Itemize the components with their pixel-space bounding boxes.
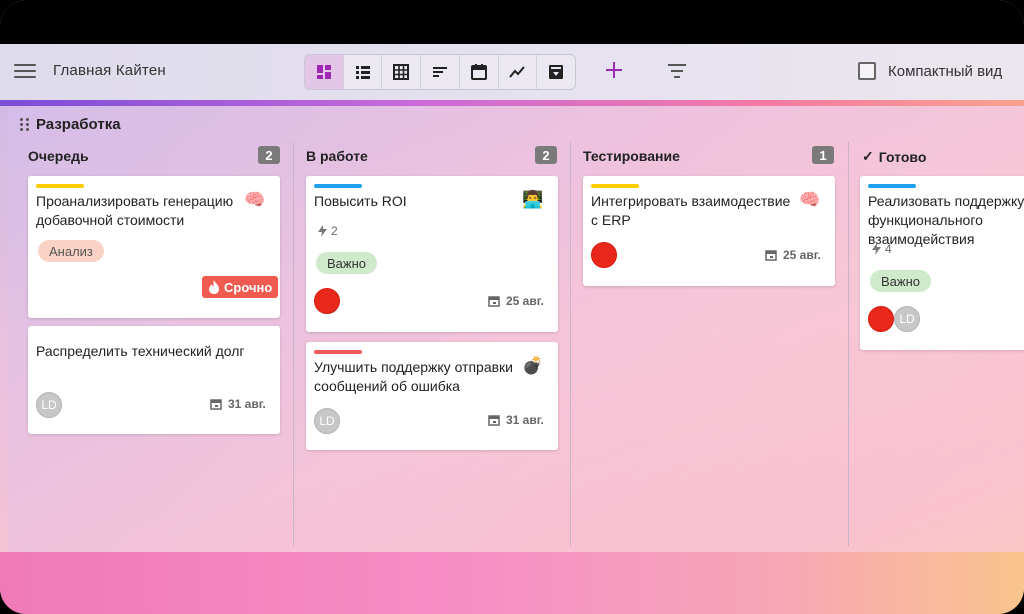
card-title: Проанализировать генерацию добавочной ст…: [36, 193, 234, 228]
card-title: Реализовать поддержку функционального вз…: [868, 193, 1024, 247]
app-window: Главная Кайтен Компактный вид Разработка…: [0, 0, 1024, 614]
column-title-done: ✓ Готово: [862, 148, 926, 165]
add-card-button[interactable]: [602, 58, 626, 82]
avatar[interactable]: [591, 242, 617, 268]
lightning-icon: [318, 225, 327, 237]
calendar-icon: [470, 64, 487, 80]
chart-icon: [509, 66, 526, 78]
card-color-stripe: [868, 184, 916, 188]
calendar-icon: [210, 399, 222, 410]
background-gradient: [0, 552, 1024, 614]
column-divider: [293, 142, 294, 546]
card-title: Распределить технический долг: [36, 343, 245, 359]
card-title: Улучшить поддержку отправки сообщений об…: [314, 359, 514, 394]
avatar[interactable]: LD: [36, 392, 62, 418]
column-title-queue: Очередь: [28, 148, 89, 164]
tag-analysis[interactable]: Анализ: [38, 240, 104, 262]
developer-icon: 👨‍💻: [522, 190, 544, 209]
calendar-icon: [488, 415, 500, 426]
due-date-label: 31 авг.: [228, 397, 266, 411]
due-date: 25 авг.: [488, 294, 544, 308]
story-points: 2: [318, 224, 338, 238]
lane-title: Разработка: [36, 116, 121, 133]
chart-view-button[interactable]: [499, 55, 538, 89]
urgent-label: Срочно: [224, 279, 273, 295]
card[interactable]: Распределить технический долг LD 31 авг.: [28, 326, 280, 434]
column-divider: [848, 142, 849, 546]
kanban-board: Разработка Очередь 2 Проанализировать ге…: [8, 106, 1024, 552]
plus-icon: [606, 62, 622, 78]
due-date: 31 авг.: [488, 413, 544, 427]
column-divider: [570, 142, 571, 546]
list-view-icon: [355, 66, 370, 79]
check-icon: ✓: [862, 148, 874, 164]
lane-header: Разработка: [20, 116, 121, 133]
app-title: Главная Кайтен: [53, 62, 166, 79]
table-view-button[interactable]: [382, 55, 422, 89]
board-view-button[interactable]: [305, 55, 344, 89]
story-points: 4: [872, 242, 892, 256]
calendar-view-button[interactable]: [460, 55, 499, 89]
card-color-stripe: [36, 184, 84, 188]
card[interactable]: Повысить ROI 👨‍💻 2 Важно 25 авг.: [306, 176, 558, 332]
column-count-in-progress: 2: [535, 146, 557, 164]
due-date: 25 авг.: [765, 248, 821, 262]
sort-view-button[interactable]: [421, 55, 460, 89]
compact-view-label: Компактный вид: [888, 62, 1003, 80]
card[interactable]: Улучшить поддержку отправки сообщений об…: [306, 342, 558, 450]
calendar-icon: [488, 296, 500, 307]
story-points-value: 4: [885, 242, 892, 256]
card[interactable]: Проанализировать генерацию добавочной ст…: [28, 176, 280, 318]
card-color-stripe: [314, 350, 362, 354]
app-bar: Главная Кайтен Компактный вид: [0, 44, 1024, 100]
bomb-icon: 💣: [522, 356, 544, 375]
due-date: 31 авг.: [210, 397, 266, 411]
filter-button[interactable]: [665, 60, 689, 82]
card-color-stripe: [314, 184, 362, 188]
column-title-done-label: Готово: [878, 148, 927, 165]
column-count-testing: 1: [812, 146, 834, 164]
avatar[interactable]: [314, 288, 340, 314]
due-date-label: 25 авг.: [783, 248, 821, 262]
board-view-icon: [316, 65, 331, 79]
card-title: Повысить ROI: [314, 193, 407, 209]
tag-important[interactable]: Важно: [870, 270, 932, 292]
card-color-stripe: [591, 184, 639, 188]
table-view-icon: [393, 64, 410, 80]
filter-icon: [668, 64, 686, 78]
avatar[interactable]: LD: [314, 408, 340, 434]
card[interactable]: Интегрировать взаимодествие с ERP 🧠 25 а…: [583, 176, 835, 286]
avatar[interactable]: LD: [894, 306, 920, 332]
top-black-bar: [0, 0, 1024, 44]
compact-view-checkbox[interactable]: [858, 62, 876, 80]
archive-view-button[interactable]: [537, 55, 575, 89]
view-switcher: [304, 54, 576, 90]
card-title: Интегрировать взаимодествие с ERP: [591, 193, 791, 228]
sort-icon: [433, 67, 448, 77]
fire-icon: [209, 280, 219, 294]
story-points-value: 2: [331, 224, 338, 238]
brain-icon: 🧠: [799, 190, 821, 209]
column-title-testing: Тестирование: [583, 148, 680, 164]
urgent-badge: Срочно: [202, 276, 279, 298]
card[interactable]: Реализовать поддержку функционального вз…: [860, 176, 1024, 350]
list-view-button[interactable]: [344, 55, 383, 89]
menu-icon[interactable]: [14, 60, 36, 82]
calendar-icon: [765, 250, 777, 261]
column-title-in-progress: В работе: [306, 148, 368, 164]
due-date-label: 25 авг.: [506, 294, 544, 308]
due-date-label: 31 авг.: [506, 413, 544, 427]
brain-icon: 🧠: [244, 190, 266, 209]
compact-view-toggle[interactable]: Компактный вид: [858, 62, 1002, 80]
drag-handle-icon[interactable]: [20, 117, 30, 132]
archive-icon: [549, 65, 564, 79]
column-count-queue: 2: [258, 146, 280, 164]
lightning-icon: [872, 243, 881, 255]
tag-important[interactable]: Важно: [316, 252, 378, 274]
avatar[interactable]: [868, 306, 894, 332]
